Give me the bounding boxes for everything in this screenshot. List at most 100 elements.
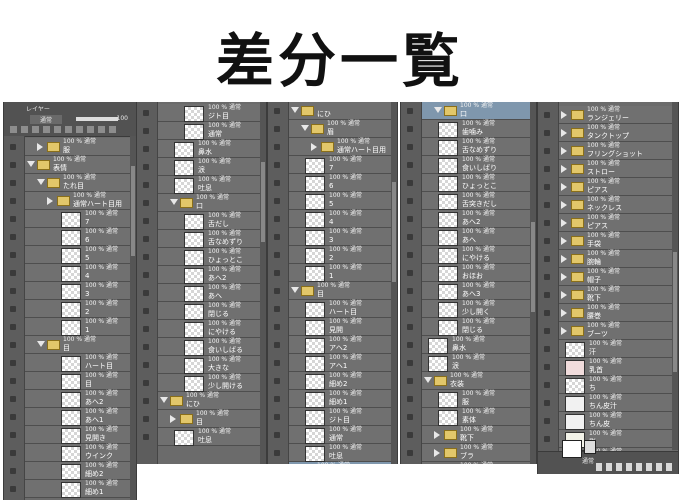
expand-arrow-closed-icon[interactable] [561, 255, 567, 263]
expand-arrow-open-icon[interactable] [434, 107, 442, 113]
layer-row[interactable]: 100 % 通常 アヘ1 [289, 354, 391, 372]
layer-row[interactable]: 100 % 通常 あへ1 [25, 408, 130, 426]
layer-row[interactable]: 100 % 通常 細め1 [289, 390, 391, 408]
layer-row[interactable]: 100 % 通常 細め2 [289, 372, 391, 390]
layer-row[interactable]: 100 % 通常 5 [25, 246, 130, 264]
expand-arrow-open-icon[interactable] [170, 199, 178, 205]
layer-folder-row[interactable]: 100 % 通常口 [422, 102, 530, 120]
layer-folder-row[interactable]: 100 % 通常 フリングショット [559, 142, 672, 160]
expand-arrow-closed-icon[interactable] [561, 147, 567, 155]
scrollbar[interactable] [391, 102, 397, 464]
footer-tools-icon[interactable] [596, 463, 674, 471]
expand-arrow-open-icon[interactable] [291, 287, 299, 293]
layer-row[interactable]: 100 % 通常 細め2 [25, 462, 130, 480]
layer-row[interactable]: 100 % 通常 おほお [422, 264, 530, 282]
layer-row[interactable]: 100 % 通常 細め1 [25, 480, 130, 498]
layer-row[interactable]: 100 % 通常 吐息 [289, 444, 391, 462]
layer-row[interactable]: 100 % 通常 6 [289, 174, 391, 192]
expand-arrow-open-icon[interactable] [291, 107, 299, 113]
layer-folder-row[interactable]: 100 % 通常口 [289, 462, 391, 464]
layer-row[interactable]: 100 % 通常 2 [25, 300, 130, 318]
expand-arrow-closed-icon[interactable] [561, 309, 567, 317]
layer-row[interactable]: 100 % 通常ち [559, 376, 672, 394]
layer-row[interactable]: 100 % 通常 1 [25, 318, 130, 336]
layer-row[interactable]: 100 % 通常 あへ [422, 228, 530, 246]
layer-folder-row[interactable]: 100 % 通常 タンクトップ [559, 124, 672, 142]
blend-mode-select[interactable]: 通常 [30, 115, 63, 124]
expand-arrow-closed-icon[interactable] [434, 431, 440, 439]
layer-row[interactable]: 100 % 通常 閉じる [158, 302, 260, 320]
expand-arrow-closed-icon[interactable] [37, 143, 43, 151]
layer-row[interactable]: 100 % 通常 閉じる [422, 318, 530, 336]
expand-arrow-open-icon[interactable] [424, 377, 432, 383]
layer-row[interactable]: 100 % 通常 舌なめずり [158, 230, 260, 248]
scrollbar[interactable] [672, 102, 678, 450]
layer-row[interactable]: 100 % 通常 舌だし [158, 212, 260, 230]
layer-row[interactable]: 100 % 通常 見開き [25, 426, 130, 444]
expand-arrow-closed-icon[interactable] [561, 165, 567, 173]
layer-folder-row[interactable]: 100 % 通常 ランジェリー [559, 106, 672, 124]
layer-folder-row[interactable]: 100 % 通常 ブラ [422, 444, 530, 462]
layer-row[interactable]: 100 % 通常涙 [158, 158, 260, 176]
layer-row[interactable]: 100 % 通常 7 [289, 156, 391, 174]
layer-row[interactable]: 100 % 通常 あへ2 [422, 210, 530, 228]
layer-row[interactable]: 100 % 通常 通常 [158, 122, 260, 140]
expand-arrow-closed-icon[interactable] [311, 143, 317, 151]
expand-arrow-closed-icon[interactable] [561, 219, 567, 227]
scrollbar[interactable] [530, 102, 536, 464]
expand-arrow-open-icon[interactable] [37, 341, 45, 347]
layer-row[interactable]: 100 % 通常 ひょっとこ [158, 248, 260, 266]
layer-folder-row[interactable]: 100 % 通常 表情 [25, 156, 130, 174]
layer-row[interactable]: 100 % 通常涙 [422, 354, 530, 372]
expand-arrow-closed-icon[interactable] [561, 129, 567, 137]
layer-folder-row[interactable]: 100 % 通常 靴下 [559, 286, 672, 304]
layer-folder-row[interactable]: 100 % 通常 通常ハート目用 [289, 138, 391, 156]
layer-row[interactable]: 100 % 通常 2 [289, 246, 391, 264]
expand-arrow-closed-icon[interactable] [561, 291, 567, 299]
expand-arrow-closed-icon[interactable] [434, 449, 440, 457]
layer-row[interactable]: 100 % 通常 鼻水 [158, 140, 260, 158]
layer-row[interactable]: 100 % 通常 ハート目 [25, 354, 130, 372]
expand-arrow-closed-icon[interactable] [561, 237, 567, 245]
layer-folder-row[interactable]: 100 % 通常 帽子 [559, 268, 672, 286]
layer-row[interactable]: 100 % 通常 あへ3 [422, 282, 530, 300]
layer-row[interactable]: 100 % 通常 あへ2 [25, 390, 130, 408]
expand-arrow-closed-icon[interactable] [561, 111, 567, 119]
layer-row[interactable]: 100 % 通常 ハート目 [289, 300, 391, 318]
layer-folder-row[interactable]: 100 % 通常 たれ目 [25, 174, 130, 192]
layer-row[interactable]: 100 % 通常 少し開く [422, 300, 530, 318]
expand-arrow-open-icon[interactable] [301, 125, 309, 131]
expand-arrow-closed-icon[interactable] [561, 201, 567, 209]
layer-row[interactable]: 100 % 通常 食いしばり [422, 156, 530, 174]
layer-row[interactable]: 100 % 通常 4 [25, 264, 130, 282]
opacity-value[interactable]: 100 [117, 115, 128, 122]
layer-row[interactable]: 100 % 通常 3 [289, 228, 391, 246]
layer-row[interactable]: 100 % 通常 7 [25, 210, 130, 228]
layer-folder-row[interactable]: 100 % 通常目 [25, 336, 130, 354]
layer-folder-row[interactable]: 100 % 通常 腕輪 [559, 250, 672, 268]
layer-folder-row[interactable]: 100 % 通常 ピアス [559, 178, 672, 196]
layer-folder-row[interactable]: 100 % 通常 ストロー [559, 160, 672, 178]
expand-arrow-open-icon[interactable] [160, 397, 168, 403]
layer-row[interactable]: 100 % 通常服 [422, 390, 530, 408]
layer-folder-row[interactable]: 100 % 通常服 [25, 138, 130, 156]
layer-row[interactable]: 100 % 通常 素体 [422, 408, 530, 426]
layer-row[interactable]: 100 % 通常 6 [25, 228, 130, 246]
layer-row[interactable]: 100 % 通常 ジト目 [158, 104, 260, 122]
layer-row[interactable]: 100 % 通常 舌突きだし [422, 192, 530, 210]
layer-folder-row[interactable]: 100 % 通常 ピアス [559, 214, 672, 232]
layer-row[interactable]: 100 % 通常 にやける [422, 246, 530, 264]
layer-folder-row[interactable]: 100 % 通常目 [289, 282, 391, 300]
layer-folder-row[interactable]: 100 % 通常 衣装 [422, 372, 530, 390]
layer-row[interactable]: 100 % 通常 ひょっとこ [422, 174, 530, 192]
layer-row[interactable]: 100 % 通常 舌なめずり [422, 138, 530, 156]
opacity-slider[interactable] [76, 117, 118, 121]
layer-row[interactable]: 100 % 通常 見開 [289, 318, 391, 336]
layer-row[interactable]: 100 % 通常 乳首 [559, 358, 672, 376]
layer-tools-icon[interactable] [10, 126, 120, 133]
layer-row[interactable]: 100 % 通常 ちん皮汁 [559, 394, 672, 412]
layer-folder-row[interactable]: 100 % 通常口 [158, 194, 260, 212]
expand-arrow-closed-icon[interactable] [561, 273, 567, 281]
layer-row[interactable]: 100 % 通常 3 [25, 282, 130, 300]
layer-row[interactable]: 100 % 通常 にやける [158, 320, 260, 338]
